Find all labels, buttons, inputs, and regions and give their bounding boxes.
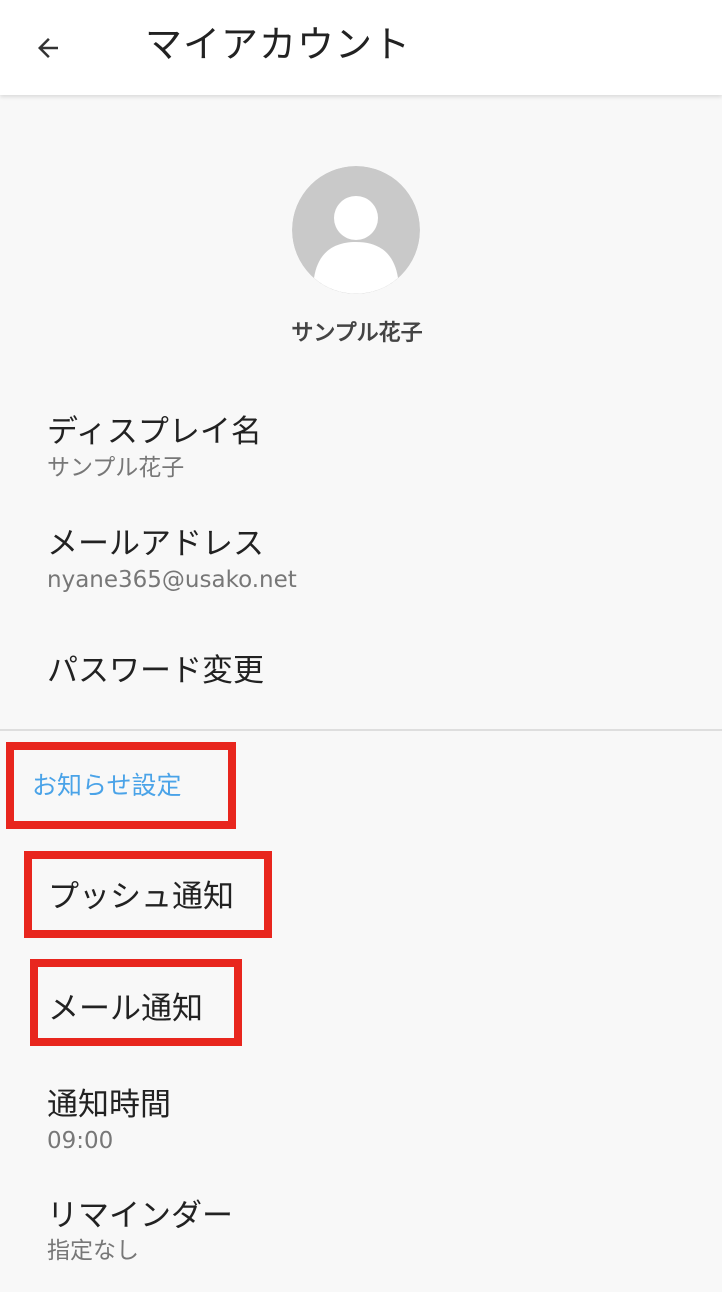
- display-name-label: ディスプレイ名: [47, 414, 262, 450]
- push-notification-item[interactable]: プッシュ通知: [0, 862, 722, 932]
- reminder-item[interactable]: リマインダー 指定なし: [0, 1188, 722, 1278]
- avatar[interactable]: [292, 166, 420, 294]
- mail-notification-item[interactable]: メール通知: [0, 968, 722, 1038]
- notification-time-item[interactable]: 通知時間 09:00: [0, 1077, 722, 1167]
- email-value: nyane365@usako.net: [47, 567, 297, 593]
- notification-time-value: 09:00: [47, 1128, 114, 1154]
- notification-time-label: 通知時間: [47, 1087, 171, 1123]
- back-button[interactable]: [26, 26, 70, 70]
- profile-name: サンプル花子: [291, 321, 423, 346]
- reminder-value: 指定なし: [47, 1238, 139, 1264]
- password-change-item[interactable]: パスワード変更: [0, 640, 722, 704]
- display-name-item[interactable]: ディスプレイ名 サンプル花子: [0, 404, 722, 494]
- reminder-label: リマインダー: [47, 1198, 233, 1234]
- display-name-value: サンプル花子: [47, 455, 185, 481]
- notification-section-header: お知らせ設定: [32, 771, 182, 800]
- password-change-label: パスワード変更: [47, 653, 264, 689]
- app-bar: マイアカウント: [0, 0, 722, 95]
- profile-header: サンプル花子: [0, 95, 722, 365]
- my-account-screen: マイアカウント サンプル花子 ディスプレイ名 サンプル花子 メールアドレス ny…: [0, 0, 722, 1292]
- email-label: メールアドレス: [47, 526, 264, 562]
- page-title: マイアカウント: [145, 23, 411, 66]
- arrow-left-icon: [38, 38, 58, 58]
- mail-notification-label: メール通知: [48, 991, 203, 1027]
- section-divider: [0, 729, 722, 731]
- email-item[interactable]: メールアドレス nyane365@usako.net: [0, 516, 722, 606]
- default-avatar-icon: [292, 166, 420, 294]
- push-notification-label: プッシュ通知: [48, 879, 234, 915]
